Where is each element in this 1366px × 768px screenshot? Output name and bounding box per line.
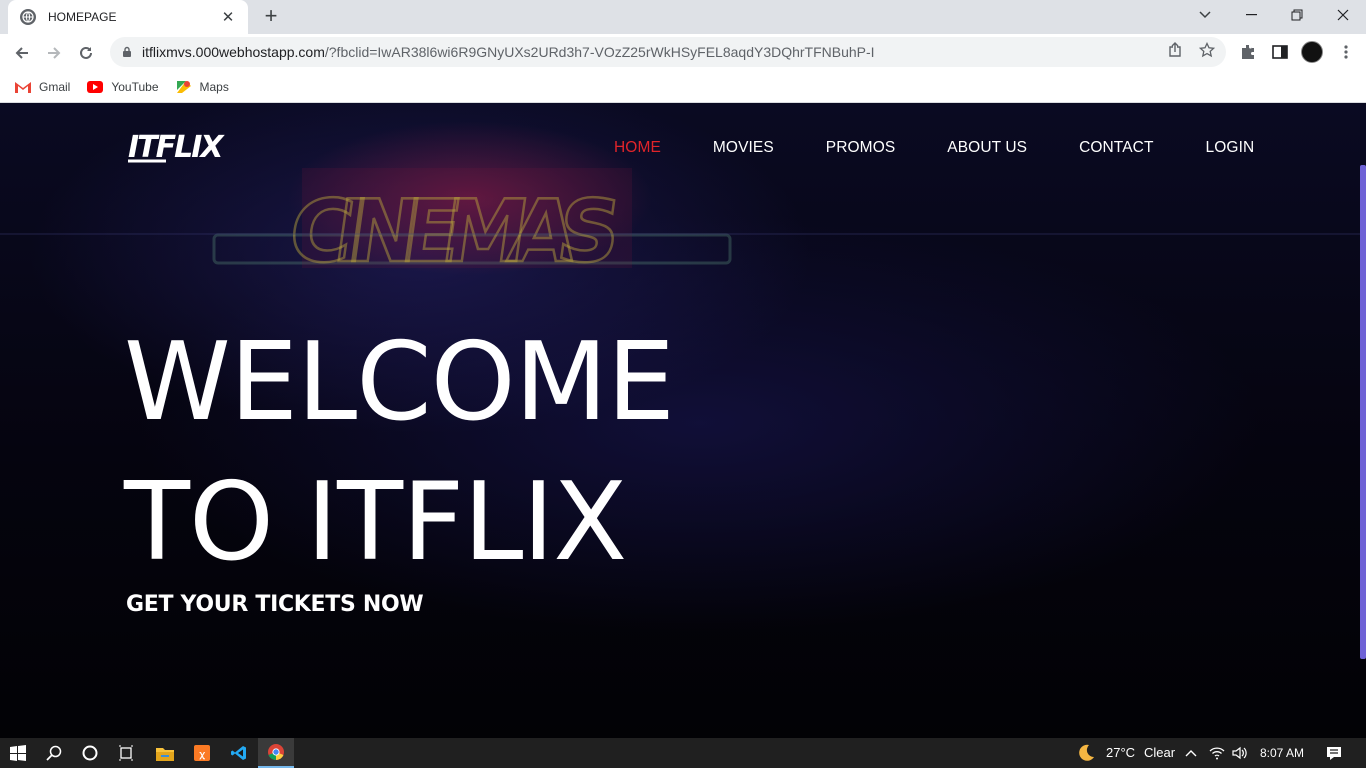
bookmark-label: Gmail [39, 79, 71, 94]
tab-strip: HOMEPAGE ✕ + [0, 0, 1366, 34]
cortana-icon[interactable] [72, 738, 108, 768]
url-text[interactable]: itflixmvs.000webhostapp.com/?fbclid=IwAR… [142, 44, 1226, 60]
bookmark-gmail[interactable]: Gmail [14, 80, 70, 94]
nav-contact[interactable]: CONTACT [1079, 139, 1153, 157]
xampp-icon[interactable]: ꭓ [184, 738, 220, 768]
minimize-button[interactable] [1228, 0, 1274, 30]
vscode-icon[interactable] [221, 738, 257, 768]
tab-title: HOMEPAGE [48, 10, 117, 24]
url-host: itflixmvs.000webhostapp.com [142, 44, 325, 60]
moon-weather-icon[interactable] [1068, 738, 1104, 768]
clock-time[interactable]: 8:07 AM [1260, 746, 1304, 760]
hero-line-1: WELCOME [124, 320, 675, 445]
back-button[interactable] [9, 40, 35, 66]
hero-line-2: TO ITFLIX [124, 460, 627, 585]
background-stripe [0, 233, 1366, 235]
close-window-button[interactable] [1320, 0, 1366, 30]
itflix-logo[interactable]: ITFLIX [128, 129, 246, 163]
share-icon[interactable] [1166, 41, 1184, 59]
search-icon[interactable] [36, 738, 72, 768]
close-tab-icon[interactable]: ✕ [220, 8, 236, 26]
youtube-icon [87, 80, 104, 93]
volume-icon[interactable] [1226, 738, 1254, 768]
browser-toolbar: itflixmvs.000webhostapp.com/?fbclid=IwAR… [0, 34, 1366, 71]
restore-button[interactable] [1274, 0, 1320, 30]
lock-icon[interactable] [120, 45, 134, 59]
bookmarks-bar: Gmail YouTube Maps [0, 71, 1366, 103]
nav-home[interactable]: HOME [614, 139, 661, 157]
main-navigation: HOME MOVIES PROMOS ABOUT US CONTACT LOGI… [614, 139, 1306, 157]
windows-taskbar: ꭓ 27°C Clear 8:07 AM [0, 738, 1366, 768]
tab-search-icon[interactable] [1182, 0, 1228, 30]
url-path: /?fbclid=IwAR38l6wi6R9GNyUXs2URd3h7-VOzZ… [324, 44, 875, 60]
forward-button[interactable] [41, 40, 67, 66]
browser-tab[interactable]: HOMEPAGE ✕ [8, 0, 248, 34]
cinemas-sign-text: CINEMAS [283, 182, 627, 268]
reload-button[interactable] [73, 40, 99, 66]
globe-icon [20, 9, 36, 25]
windows-start-icon[interactable] [0, 738, 36, 768]
address-bar[interactable]: itflixmvs.000webhostapp.com/?fbclid=IwAR… [110, 37, 1226, 67]
chrome-taskbar-icon[interactable] [258, 738, 294, 768]
new-tab-button[interactable]: + [259, 5, 283, 29]
bookmark-label: Maps [199, 79, 229, 94]
file-explorer-icon[interactable] [147, 738, 183, 768]
nav-promos[interactable]: PROMOS [826, 139, 896, 157]
bookmark-youtube[interactable]: YouTube [86, 79, 159, 94]
maps-icon [176, 80, 191, 93]
page-viewport: CINEMAS ITFLIX HOME MOVIES PROMOS ABOUT … [0, 103, 1366, 738]
gmail-icon [15, 81, 31, 93]
task-view-icon[interactable] [108, 738, 144, 768]
profile-avatar[interactable] [1301, 41, 1323, 63]
side-panel-icon[interactable] [1270, 42, 1290, 62]
weather-description[interactable]: Clear [1144, 745, 1175, 760]
notifications-icon[interactable] [1316, 738, 1352, 768]
logo-text: ITFLIX [128, 130, 225, 163]
extensions-icon[interactable] [1238, 42, 1258, 62]
weather-temperature[interactable]: 27°C [1106, 745, 1135, 760]
page-scrollbar[interactable] [1360, 165, 1366, 659]
nav-login[interactable]: LOGIN [1206, 139, 1255, 157]
bookmark-maps[interactable]: Maps [175, 80, 229, 94]
bookmark-label: YouTube [111, 79, 159, 94]
hero-title: WELCOME TO ITFLIX [124, 313, 675, 593]
svg-text:ꭓ: ꭓ [199, 750, 206, 760]
nav-about-us[interactable]: ABOUT US [947, 139, 1027, 157]
bookmark-star-icon[interactable] [1198, 41, 1216, 59]
menu-icon[interactable] [1336, 42, 1356, 62]
hero-subtitle: GET YOUR TICKETS NOW [126, 592, 424, 617]
nav-movies[interactable]: MOVIES [713, 139, 774, 157]
